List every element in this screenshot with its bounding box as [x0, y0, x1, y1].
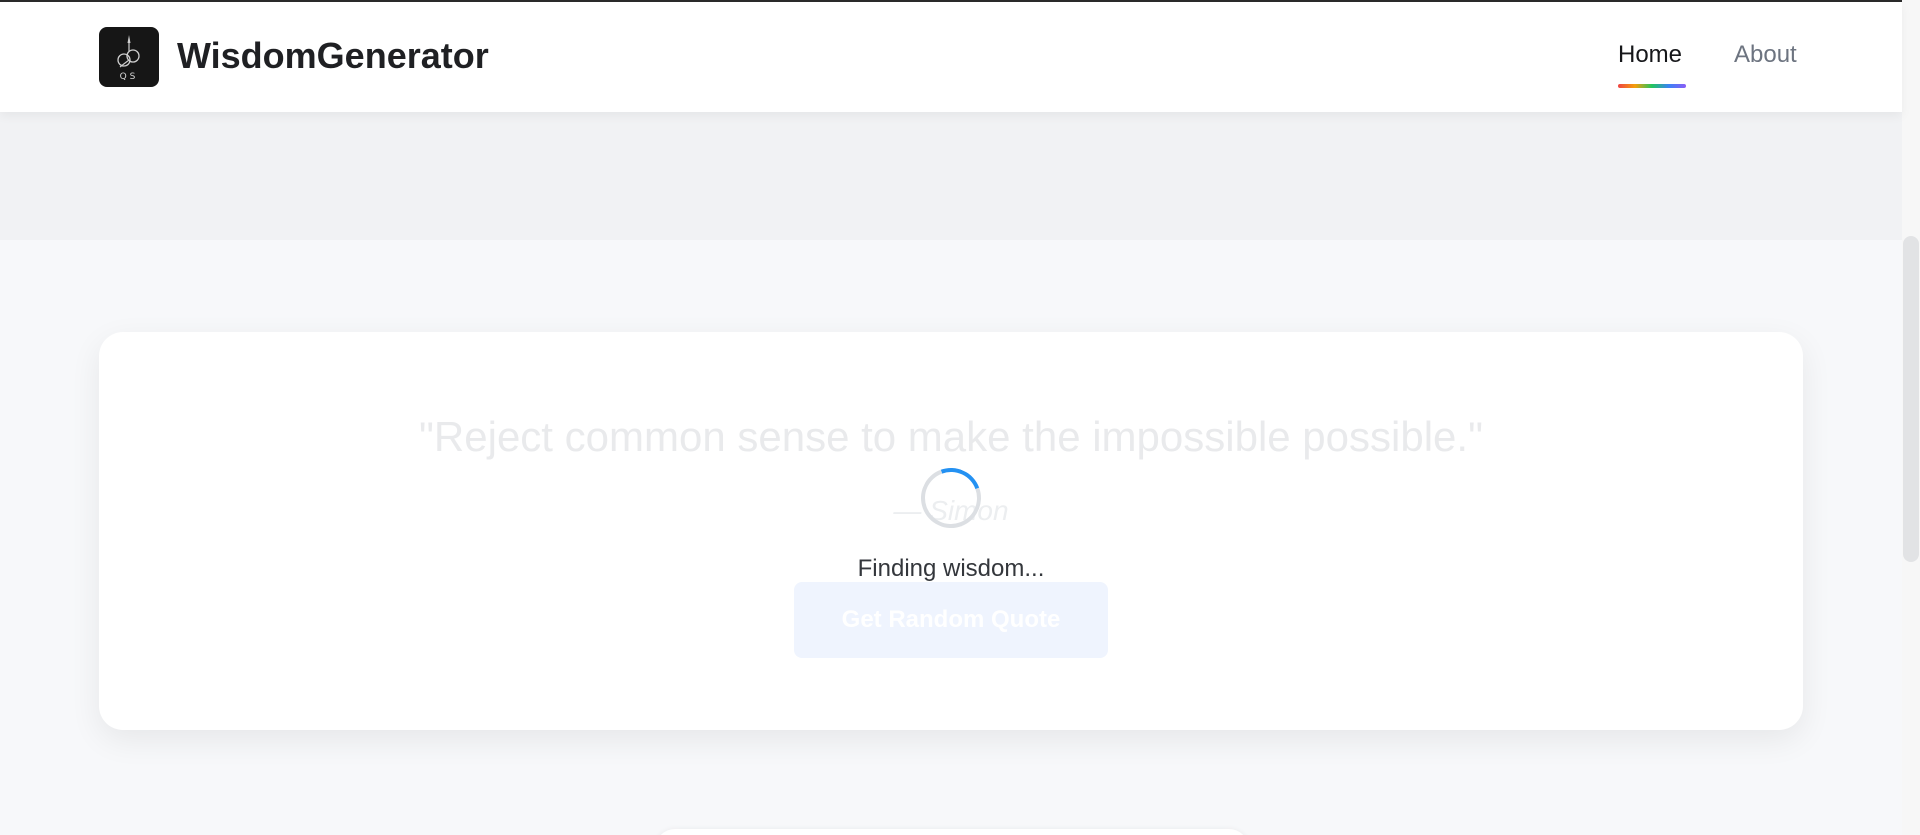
- nav-about-link[interactable]: About: [1734, 40, 1797, 70]
- get-random-quote-button[interactable]: Get Random Quote: [794, 582, 1108, 658]
- site-header: QS WisdomGenerator Home About: [0, 2, 1902, 112]
- quote-card: "Reject common sense to make the impossi…: [99, 332, 1803, 730]
- lower-card: [655, 829, 1249, 835]
- quote-text: "Reject common sense to make the impossi…: [419, 413, 1483, 460]
- logo[interactable]: QS: [99, 27, 159, 87]
- nav-home-link[interactable]: Home: [1618, 40, 1682, 70]
- hero-band: [0, 112, 1902, 240]
- scrollbar-thumb[interactable]: [1903, 236, 1919, 562]
- nav-active-underline: [1618, 84, 1686, 88]
- brand-name[interactable]: WisdomGenerator: [177, 34, 489, 78]
- loading-text: Finding wisdom...: [857, 555, 1045, 582]
- logo-initials: QS: [119, 72, 139, 82]
